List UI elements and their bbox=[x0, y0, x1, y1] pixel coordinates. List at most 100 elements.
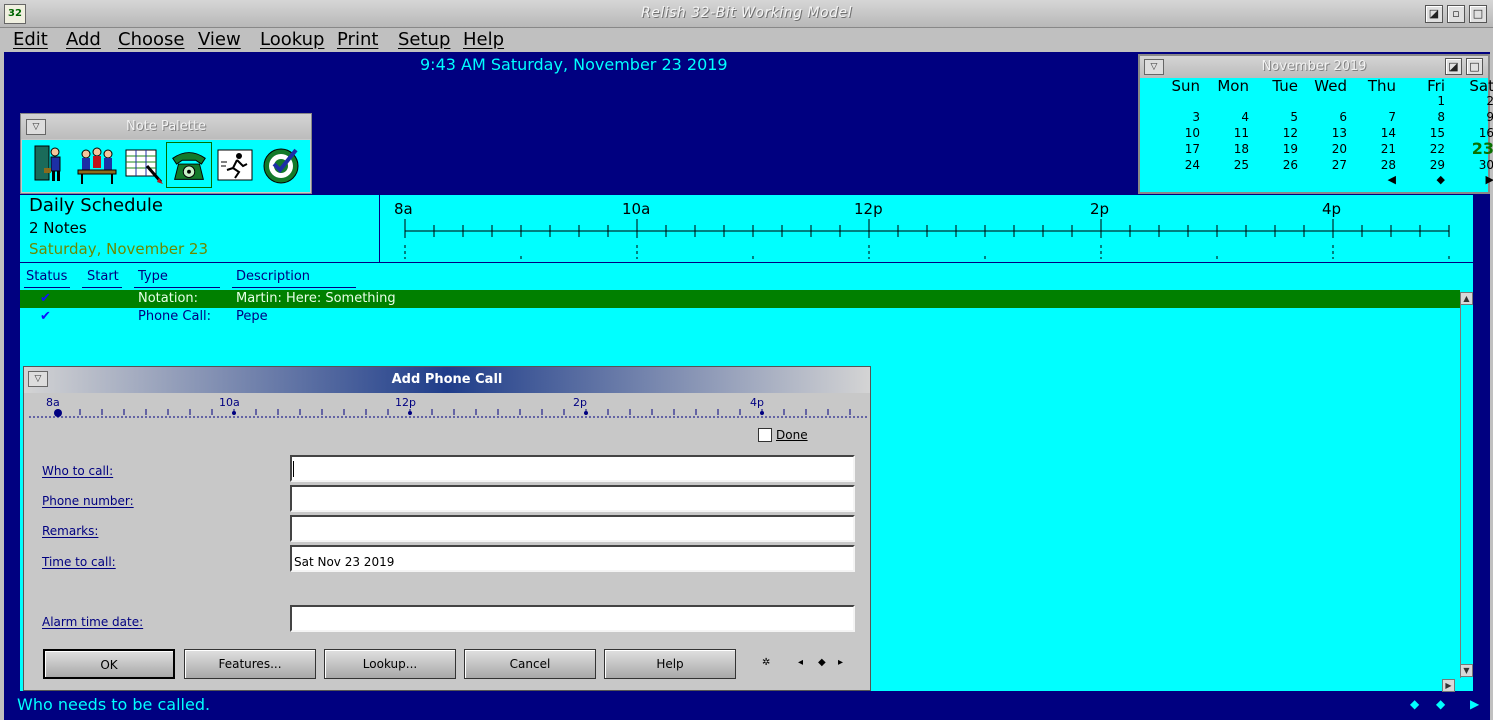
nav-next-icon[interactable]: ▸ bbox=[838, 657, 843, 668]
calendar-day[interactable]: 18 bbox=[1201, 142, 1249, 156]
calendar-day[interactable]: 2 bbox=[1446, 94, 1493, 108]
note-palette-body bbox=[22, 140, 310, 192]
calendar-day[interactable]: 15 bbox=[1397, 126, 1445, 140]
minimize-icon[interactable]: ▫ bbox=[1447, 5, 1465, 23]
calendar-day[interactable]: 6 bbox=[1299, 110, 1347, 124]
note-palette-titlebar[interactable]: ▽ Note Palette bbox=[21, 114, 311, 139]
window-title: Relish 32-Bit Working Model bbox=[641, 5, 852, 21]
calendar-day[interactable]: 3 bbox=[1152, 110, 1200, 124]
calendar-day[interactable]: 24 bbox=[1152, 158, 1200, 172]
settings-icon[interactable]: ✲ bbox=[762, 657, 770, 668]
calendar-day[interactable]: 1 bbox=[1397, 94, 1445, 108]
status-check-icon[interactable]: ✔ bbox=[40, 291, 51, 306]
alarm-time-date-field[interactable] bbox=[290, 605, 855, 632]
calendar-window: ▽ November 2019 ◪ □ Sun Mon Tue Wed Thu … bbox=[1138, 54, 1493, 194]
calendar-day[interactable]: 17 bbox=[1152, 142, 1200, 156]
nav-home-icon[interactable]: ◆ bbox=[1436, 697, 1445, 711]
schedule-header: Daily Schedule 2 Notes Saturday, Novembe… bbox=[20, 195, 380, 263]
calendar-day[interactable]: 12 bbox=[1250, 126, 1298, 140]
calendar-day[interactable]: 7 bbox=[1348, 110, 1396, 124]
column-header-description[interactable]: Description bbox=[236, 269, 310, 284]
calendar-day[interactable]: 21 bbox=[1348, 142, 1396, 156]
maximize-icon[interactable]: □ bbox=[1469, 5, 1487, 23]
calendar-day[interactable]: 25 bbox=[1201, 158, 1249, 172]
ok-button[interactable]: OK bbox=[43, 649, 175, 679]
prev-month-icon[interactable]: ◀ bbox=[1348, 173, 1396, 186]
calendar-day[interactable]: 16 bbox=[1446, 126, 1493, 140]
nav-prev-icon[interactable]: ◂ bbox=[798, 657, 803, 668]
calendar-day[interactable]: 23 bbox=[1446, 139, 1493, 158]
target-icon[interactable] bbox=[260, 142, 306, 188]
calendar-day[interactable]: 30 bbox=[1446, 158, 1493, 172]
divider bbox=[232, 287, 356, 288]
table-row[interactable]: ✔ Phone Call: Pepe bbox=[20, 308, 1460, 326]
calendar-day[interactable]: 8 bbox=[1397, 110, 1445, 124]
dialog-time-ruler[interactable]: 8a 10a 12p 2p 4p bbox=[29, 395, 867, 421]
scroll-down-icon[interactable]: ▼ bbox=[1460, 664, 1473, 677]
menu-add[interactable]: Add bbox=[66, 29, 101, 50]
menu-choose[interactable]: Choose bbox=[118, 29, 184, 50]
calendar-day[interactable]: 10 bbox=[1152, 126, 1200, 140]
next-month-icon[interactable]: ▶ bbox=[1446, 173, 1493, 186]
help-button[interactable]: Help bbox=[604, 649, 736, 679]
door-person-icon[interactable] bbox=[27, 142, 73, 188]
features-button[interactable]: Features... bbox=[184, 649, 316, 679]
calendar-day[interactable]: 13 bbox=[1299, 126, 1347, 140]
calendar-week-row: 10 11 12 13 14 15 16 bbox=[1152, 126, 1493, 142]
calendar-day[interactable]: 20 bbox=[1299, 142, 1347, 156]
calendar-day[interactable]: 22 bbox=[1397, 142, 1445, 156]
calendar-day[interactable]: 11 bbox=[1201, 126, 1249, 140]
horizontal-scrollbar[interactable]: ▶ bbox=[870, 679, 1460, 692]
menu-help[interactable]: Help bbox=[463, 29, 504, 50]
who-to-call-field[interactable] bbox=[290, 455, 855, 482]
today-icon[interactable]: ◆ bbox=[1397, 173, 1445, 186]
calendar-day[interactable]: 26 bbox=[1250, 158, 1298, 172]
menu-print[interactable]: Print bbox=[337, 29, 378, 50]
restore-icon[interactable]: ◪ bbox=[1445, 58, 1462, 75]
cancel-button[interactable]: Cancel bbox=[464, 649, 596, 679]
row-description: Martin: Here: Something bbox=[236, 291, 396, 306]
calendar-day[interactable]: 27 bbox=[1299, 158, 1347, 172]
calendar-week-row: 3456789 bbox=[1152, 110, 1493, 126]
column-header-type[interactable]: Type bbox=[138, 269, 168, 284]
done-checkbox[interactable] bbox=[758, 428, 772, 442]
menu-edit[interactable]: Edit bbox=[13, 29, 48, 50]
menu-view[interactable]: View bbox=[198, 29, 241, 50]
menu-lookup[interactable]: Lookup bbox=[260, 29, 324, 50]
nav-next-icon[interactable]: ▶ bbox=[1470, 697, 1479, 711]
lookup-button[interactable]: Lookup... bbox=[324, 649, 456, 679]
calendar-day[interactable]: 5 bbox=[1250, 110, 1298, 124]
restore-icon[interactable]: ◪ bbox=[1425, 5, 1443, 23]
remarks-field[interactable] bbox=[290, 515, 855, 542]
calendar-day[interactable]: 28 bbox=[1348, 158, 1396, 172]
calendar-day[interactable]: 19 bbox=[1250, 142, 1298, 156]
time-to-call-label: Time to call: bbox=[42, 555, 116, 569]
calendar-day[interactable]: 29 bbox=[1397, 158, 1445, 172]
menu-setup[interactable]: Setup bbox=[398, 29, 450, 50]
scroll-right-icon[interactable]: ▶ bbox=[1442, 679, 1455, 692]
maximize-icon[interactable]: □ bbox=[1466, 58, 1483, 75]
scroll-up-icon[interactable]: ▲ bbox=[1460, 292, 1473, 305]
nav-prev-icon[interactable]: ◆ bbox=[1410, 697, 1419, 711]
table-row[interactable]: ✔ Notation: Martin: Here: Something bbox=[20, 290, 1460, 308]
calendar-day[interactable]: 9 bbox=[1446, 110, 1493, 124]
runner-icon[interactable] bbox=[213, 142, 259, 188]
column-header-status[interactable]: Status bbox=[26, 269, 67, 284]
vertical-scrollbar[interactable]: ▲ ▼ bbox=[1460, 292, 1473, 678]
phone-icon[interactable] bbox=[166, 142, 212, 188]
calendar-titlebar[interactable]: ▽ November 2019 ◪ □ bbox=[1140, 56, 1488, 78]
dialog-titlebar[interactable]: ▽ Add Phone Call bbox=[24, 367, 870, 393]
spreadsheet-pen-icon[interactable] bbox=[121, 142, 167, 188]
calendar-day[interactable]: 14 bbox=[1348, 126, 1396, 140]
meeting-icon[interactable] bbox=[74, 142, 120, 188]
day-name: Thu bbox=[1367, 77, 1396, 95]
schedule-date: Saturday, November 23 bbox=[29, 240, 209, 258]
phone-number-field[interactable] bbox=[290, 485, 855, 512]
column-header-start[interactable]: Start bbox=[87, 269, 119, 284]
time-to-call-field[interactable]: Sat Nov 23 2019 bbox=[290, 545, 855, 572]
nav-home-icon[interactable]: ◆ bbox=[818, 657, 826, 668]
schedule-timeline[interactable]: 8a 10a 12p 2p 4p bbox=[381, 195, 1473, 263]
status-check-icon[interactable]: ✔ bbox=[40, 309, 51, 324]
calendar-day[interactable]: 4 bbox=[1201, 110, 1249, 124]
phone-number-label: Phone number: bbox=[42, 494, 134, 508]
